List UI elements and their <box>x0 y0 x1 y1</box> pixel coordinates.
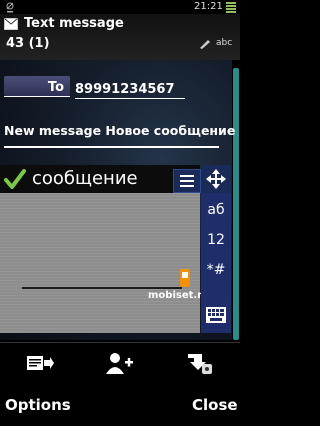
move-icon <box>206 169 226 189</box>
to-button[interactable]: To <box>4 76 70 96</box>
battery-icon <box>226 2 236 13</box>
signal-icon <box>6 2 14 13</box>
recipient-number: 89991234567 <box>75 82 175 97</box>
baseline-guide <box>22 287 182 289</box>
to-underline <box>4 96 70 97</box>
char-counter: 43 (1) <box>6 36 50 51</box>
insert-object-icon[interactable] <box>186 352 214 374</box>
options-softkey[interactable]: Options <box>5 396 71 414</box>
menu-button[interactable] <box>173 169 201 193</box>
numbers-mode-button[interactable]: 12 <box>201 225 231 255</box>
send-icon[interactable] <box>26 352 54 374</box>
phone-logo-icon <box>180 269 190 287</box>
add-recipient-icon[interactable] <box>106 352 134 374</box>
menu-icon <box>180 175 194 187</box>
check-icon[interactable] <box>4 168 26 190</box>
close-softkey[interactable]: Close <box>192 396 238 414</box>
numbers-mode-label: 12 <box>207 232 225 248</box>
pen-icon <box>200 40 210 49</box>
input-mode-indicator: abc <box>216 38 233 48</box>
scrollbar[interactable] <box>233 68 239 340</box>
symbols-mode-label: *# <box>206 262 226 278</box>
envelope-icon <box>4 18 18 30</box>
handwriting-area[interactable] <box>0 193 200 333</box>
letters-mode-button[interactable]: аб <box>201 195 231 225</box>
clock: 21:21 <box>194 1 223 12</box>
symbols-mode-button[interactable]: *# <box>201 255 231 285</box>
keyboard-icon <box>206 307 226 323</box>
message-field[interactable]: New message Новое сообщение <box>4 120 235 148</box>
recipient-field[interactable]: 89991234567 <box>75 78 185 99</box>
to-label: To <box>47 80 64 95</box>
message-text: New message Новое сообщение <box>4 123 236 138</box>
letters-mode-label: аб <box>207 202 225 218</box>
predicted-word[interactable]: сообщение <box>32 168 138 189</box>
page-title: Text message <box>24 16 124 31</box>
keyboard-button[interactable] <box>201 300 231 330</box>
move-button[interactable] <box>201 165 231 193</box>
